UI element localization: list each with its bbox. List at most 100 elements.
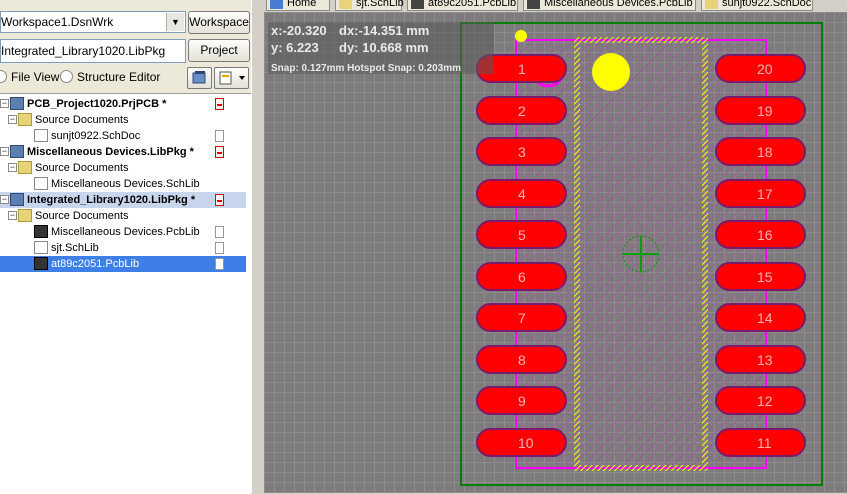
pad[interactable]: 20	[715, 54, 806, 83]
pad[interactable]: 13	[715, 344, 806, 374]
pad-number: 11	[757, 434, 772, 451]
pad[interactable]: 16	[715, 220, 806, 249]
hud-y: y: 6.223	[271, 40, 319, 55]
pad[interactable]: 19	[715, 95, 806, 125]
pad-number: 15	[757, 268, 773, 285]
library-package-icon	[10, 145, 24, 158]
tree-item-label: Miscellaneous Devices.SchLib	[51, 178, 200, 190]
document-tab[interactable]: Miscellaneous Devices.PcbLib	[523, 0, 696, 11]
pad[interactable]: 12	[715, 386, 806, 415]
tree-item-label: PCB_Project1020.PrjPCB *	[27, 98, 167, 110]
folder-icon	[18, 113, 32, 126]
document-status-icon	[215, 258, 224, 270]
pad[interactable]: 2	[476, 95, 567, 125]
tab-label: Home	[287, 0, 317, 9]
tab-label: Miscellaneous Devices.PcbLib	[544, 0, 693, 9]
document-tabs: Home sjt.SchLib at89c2051.PcbLib Miscellane…	[264, 0, 847, 12]
pad[interactable]: 11	[715, 427, 806, 457]
tree-item[interactable]: − Source Documents	[0, 112, 246, 128]
radio-icon	[60, 70, 73, 83]
pad[interactable]: 10	[476, 427, 567, 457]
tree-item-label: sunjt0922.SchDoc	[51, 130, 141, 142]
document-tab[interactable]: sjt.SchLib	[335, 0, 404, 11]
tree-item[interactable]: Miscellaneous Devices.PcbLib	[0, 224, 246, 240]
tree-item[interactable]: − Source Documents	[0, 208, 246, 224]
tree-item[interactable]: sunjt0922.SchDoc	[0, 128, 246, 144]
project-options-button[interactable]	[214, 67, 249, 89]
chevron-down-icon[interactable]: ▼	[166, 13, 184, 31]
panel-splitter[interactable]	[251, 0, 265, 493]
tree-item[interactable]: sjt.SchLib	[0, 240, 246, 256]
pad-number: 12	[757, 393, 773, 409]
document-tab[interactable]: at89c2051.PcbLib	[407, 0, 518, 11]
pad[interactable]: 3	[476, 137, 567, 166]
pad-number: 7	[518, 310, 526, 326]
tree-item[interactable]: at89c2051.PcbLib	[0, 256, 246, 272]
document-tab[interactable]: sunjt0922.SchDoc	[701, 0, 813, 11]
hud-snap: Snap: 0.127mm Hotspot Snap: 0.203mm	[271, 63, 462, 74]
tab-label: at89c2051.PcbLib	[428, 0, 517, 9]
pad-number: 8	[518, 351, 526, 368]
project-field[interactable]: Integrated_Library1020.LibPkg	[0, 39, 186, 63]
pad[interactable]: 18	[715, 137, 806, 166]
document-status-icon	[215, 242, 224, 254]
footprint-drawing	[460, 22, 823, 486]
collapse-icon[interactable]: −	[8, 163, 17, 172]
pad-number: 9	[518, 393, 526, 409]
tree-item[interactable]: − Source Documents	[0, 160, 246, 176]
hud-x: x:-20.320	[271, 23, 327, 38]
pad-number: 4	[518, 185, 526, 202]
document-tab[interactable]: Home	[266, 0, 330, 11]
modified-document-icon	[215, 98, 224, 110]
tree-item-label: Source Documents	[35, 162, 129, 174]
home-icon	[270, 0, 283, 9]
tree-item[interactable]: − PCB_Project1020.PrjPCB *	[0, 96, 246, 112]
pad[interactable]: 15	[715, 261, 806, 291]
structure-editor-radio[interactable]: Structure Editor	[60, 70, 160, 84]
pcb-canvas[interactable]: 1 2 3 4 5 6 7 8 9 10 20 19 18 17 16 15 14 13 12 11 x:-20.32…	[264, 12, 847, 493]
file-view-label: File View	[11, 70, 60, 84]
coordinate-hud: x:-20.320 dx:-14.351 mm y: 6.223 dy: 10.…	[268, 22, 494, 74]
workspace-combo-text: Workspace1.DsnWrk	[1, 15, 114, 29]
pad[interactable]: 17	[715, 178, 806, 208]
project-button[interactable]: Project	[188, 39, 250, 62]
tree-item-label: Integrated_Library1020.LibPkg *	[27, 192, 196, 208]
pad[interactable]: 4	[476, 178, 567, 208]
pcb-project-icon	[10, 97, 24, 110]
modified-document-icon	[215, 194, 224, 206]
document-status-icon	[215, 226, 224, 238]
schlib-icon	[339, 0, 352, 9]
pad-number: 6	[518, 268, 526, 285]
document-status-icon	[215, 130, 224, 142]
project-tree: − PCB_Project1020.PrjPCB * − Source Documen…	[0, 93, 251, 494]
tree-item[interactable]: − Integrated_Library1020.LibPkg *	[0, 192, 246, 208]
workspace-button[interactable]: Workspace	[188, 11, 250, 34]
pcblib-icon	[34, 257, 48, 270]
tree-item[interactable]: − Miscellaneous Devices.LibPkg *	[0, 144, 246, 160]
collapse-icon[interactable]: −	[8, 211, 17, 220]
pad[interactable]: 14	[715, 303, 806, 332]
file-view-radio[interactable]: File View	[0, 70, 59, 84]
pad-number: 16	[757, 227, 773, 243]
collapse-icon[interactable]: −	[0, 195, 9, 204]
pad[interactable]: 8	[476, 344, 567, 374]
workspace-combo[interactable]: Workspace1.DsnWrk ▼	[0, 11, 186, 33]
tree-item-label: Miscellaneous Devices.LibPkg *	[27, 146, 194, 158]
pcblib-icon	[34, 225, 48, 238]
pad[interactable]: 9	[476, 386, 567, 415]
collapse-icon[interactable]: −	[0, 99, 9, 108]
pad[interactable]: 7	[476, 303, 567, 332]
library-package-icon	[10, 193, 24, 206]
collapse-icon[interactable]: −	[8, 115, 17, 124]
pad-number: 14	[757, 310, 773, 326]
tree-item-label: at89c2051.PcbLib	[51, 256, 144, 272]
collapse-icon[interactable]: −	[0, 147, 9, 156]
pad[interactable]: 6	[476, 261, 567, 291]
pad[interactable]: 5	[476, 220, 567, 249]
tree-item-label: Source Documents	[35, 114, 129, 126]
tree-item[interactable]: Miscellaneous Devices.SchLib	[0, 176, 246, 192]
compile-button[interactable]	[187, 67, 212, 89]
pad-number: 18	[757, 144, 773, 160]
pad-number: 3	[518, 144, 526, 160]
tree-item-label: Miscellaneous Devices.PcbLib	[51, 226, 200, 238]
